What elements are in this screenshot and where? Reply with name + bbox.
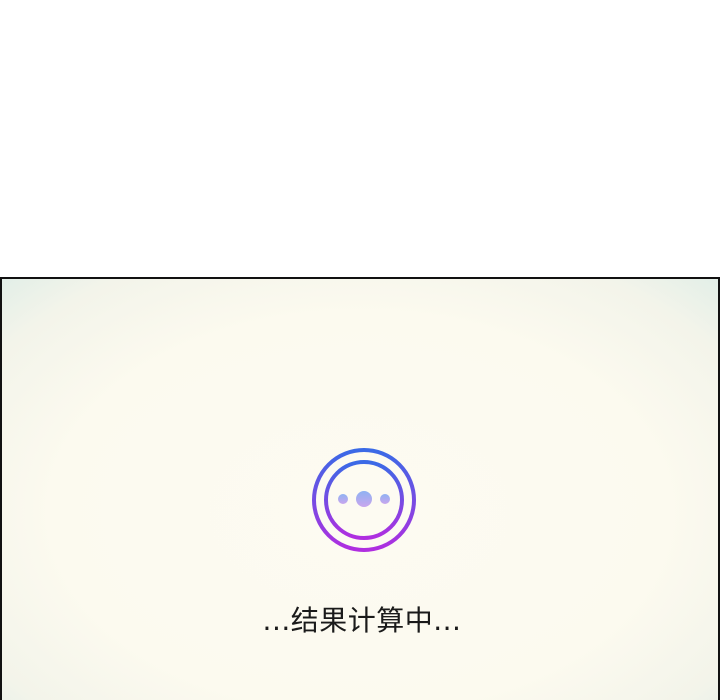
dot-center bbox=[356, 491, 372, 507]
dot-right bbox=[380, 494, 390, 504]
dot-left bbox=[338, 494, 348, 504]
loading-spinner-icon bbox=[312, 448, 416, 552]
page: ...结果计算中... bbox=[0, 0, 720, 700]
loading-panel: ...结果计算中... bbox=[0, 277, 720, 700]
loading-status-text: ...结果计算中... bbox=[262, 604, 462, 637]
blank-area bbox=[0, 0, 720, 277]
